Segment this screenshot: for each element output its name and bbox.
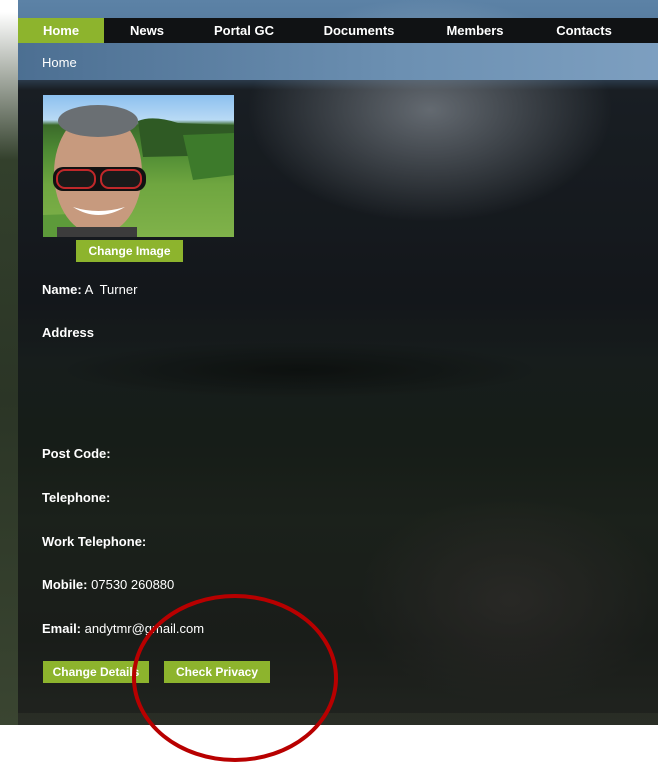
- postcode-label: Post Code:: [42, 446, 111, 461]
- change-image-button[interactable]: Change Image: [76, 240, 183, 262]
- name-value: A Turner: [84, 282, 138, 297]
- mobile-value: 07530 260880: [91, 577, 175, 592]
- breadcrumb[interactable]: Home: [42, 55, 77, 70]
- annotation-circle: [132, 594, 338, 762]
- address-field: Address: [42, 325, 94, 340]
- avatar-photo: [43, 105, 234, 237]
- postcode-field: Post Code:: [42, 446, 111, 461]
- work-telephone-field: Work Telephone:: [42, 534, 146, 549]
- email-label: Email:: [42, 621, 82, 636]
- nav-news[interactable]: News: [104, 18, 190, 43]
- name-label: Name:: [42, 282, 82, 297]
- breadcrumb-bar: Home: [18, 43, 658, 80]
- telephone-field: Telephone:: [42, 490, 110, 505]
- nav-members[interactable]: Members: [420, 18, 530, 43]
- nav-documents[interactable]: Documents: [298, 18, 420, 43]
- telephone-label: Telephone:: [42, 490, 111, 505]
- address-label: Address: [42, 325, 95, 340]
- mobile-field: Mobile: 07530 260880: [42, 577, 174, 592]
- main-nav: Home News Portal GC Documents Members Co…: [18, 18, 658, 43]
- mobile-label: Mobile:: [42, 577, 88, 592]
- name-field: Name: A Turner: [42, 282, 137, 297]
- nav-portal-gc[interactable]: Portal GC: [190, 18, 298, 43]
- nav-home[interactable]: Home: [18, 18, 104, 43]
- work-telephone-label: Work Telephone:: [42, 534, 147, 549]
- avatar: [43, 95, 234, 237]
- nav-contacts[interactable]: Contacts: [530, 18, 638, 43]
